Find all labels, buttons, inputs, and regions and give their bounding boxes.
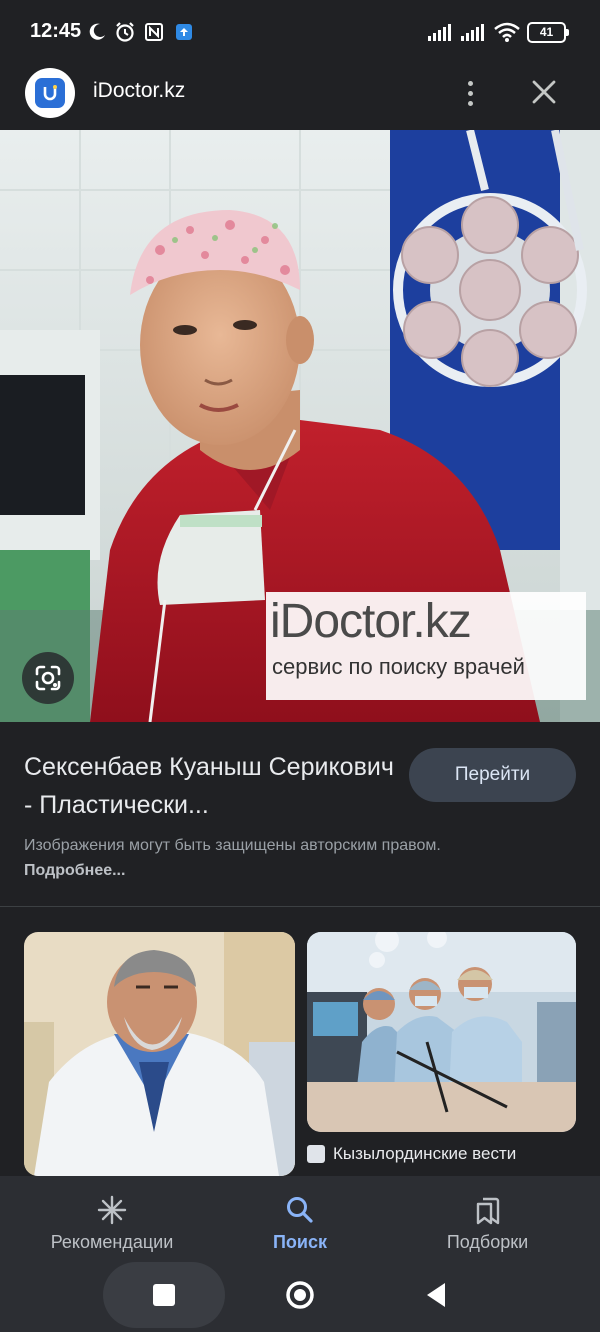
back-button[interactable]: [406, 1262, 466, 1328]
battery-icon: 41: [527, 20, 569, 44]
search-icon: [287, 1196, 313, 1223]
battery-level: 41: [539, 25, 554, 39]
related-image-1[interactable]: [24, 932, 295, 1176]
watermark-tagline: сервис по поиску врачей: [272, 654, 525, 679]
related-image-2[interactable]: [307, 932, 576, 1132]
nav-label-collections: Подборки: [446, 1231, 529, 1252]
visit-button[interactable]: Перейти: [409, 748, 576, 802]
close-icon[interactable]: [526, 76, 562, 110]
watermark-brand: iDoctor.kz: [270, 595, 472, 648]
related-source-name: Кызылординские вести: [333, 1144, 517, 1163]
wifi-icon: [493, 20, 521, 44]
site-logo[interactable]: [25, 68, 75, 118]
square-icon: [153, 1284, 175, 1306]
learn-more-link[interactable]: Подробнее...: [24, 862, 125, 879]
signal-icon: [459, 20, 487, 44]
site-name[interactable]: iDoctor.kz: [93, 79, 185, 103]
copyright-text: Изображения могут быть защищены авторски…: [24, 837, 441, 854]
home-button[interactable]: [270, 1262, 330, 1328]
nav-label-search: Поиск: [272, 1231, 328, 1252]
hero-watermark: iDoctor.kz сервис по поиску врачей: [266, 592, 586, 700]
collections-icon: [476, 1197, 499, 1224]
recents-button[interactable]: [103, 1262, 225, 1328]
moon-icon: [86, 20, 108, 44]
asterisk-icon: [97, 1195, 127, 1224]
triangle-back-icon: [427, 1283, 445, 1307]
upload-notification-icon: [175, 20, 193, 44]
copyright-notice: Изображения могут быть защищены авторски…: [24, 833, 544, 883]
nav-label-recommendations: Рекомендации: [50, 1231, 174, 1252]
site-header: [0, 62, 600, 130]
result-title[interactable]: Сексенбаев Куаныш Серикович - Пластическ…: [24, 748, 394, 824]
google-lens-icon[interactable]: [22, 652, 74, 704]
more-vertical-icon[interactable]: [455, 76, 485, 110]
hero-image[interactable]: iDoctor.kz сервис по поиску врачей: [0, 130, 600, 722]
source-favicon-icon: [307, 1145, 325, 1163]
divider: [0, 906, 600, 907]
related-source[interactable]: Кызылординские вести: [307, 1142, 516, 1166]
signal-icon: [426, 20, 454, 44]
circle-icon: [286, 1281, 314, 1309]
nfc-icon: [143, 20, 165, 44]
status-time: 12:45: [30, 20, 82, 42]
alarm-icon: [113, 20, 137, 44]
